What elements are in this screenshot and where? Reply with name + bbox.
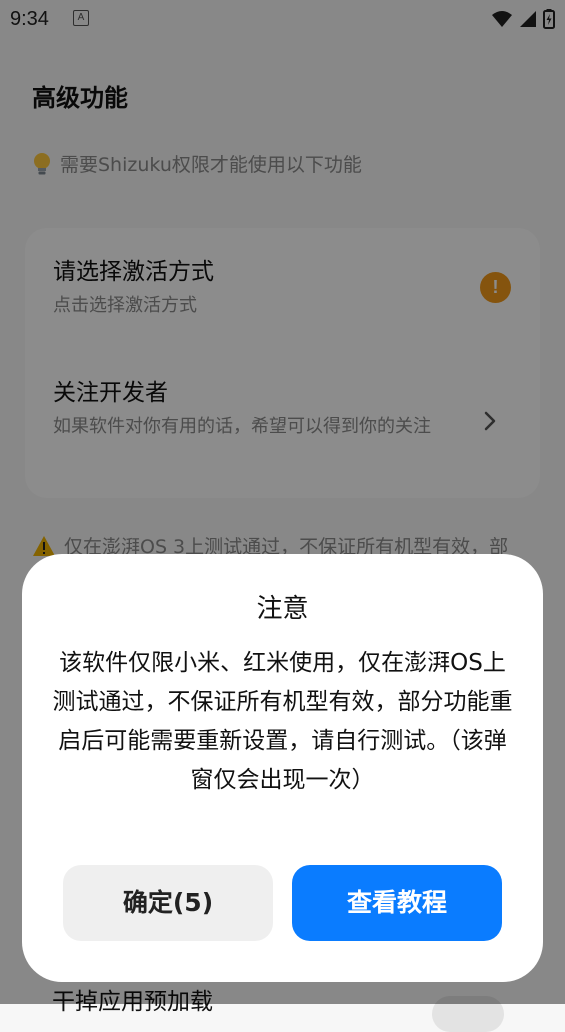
notice-dialog: 注意 该软件仅限小米、红米使用，仅在澎湃OS上测试通过，不保证所有机型有效，部分… <box>22 554 543 982</box>
confirm-button[interactable]: 确定(5) <box>63 865 273 941</box>
dialog-title: 注意 <box>256 594 309 624</box>
view-tutorial-button[interactable]: 查看教程 <box>292 865 502 941</box>
dialog-message: 该软件仅限小米、红米使用，仅在澎湃OS上测试通过，不保证所有机型有效，部分功能重… <box>52 650 513 793</box>
